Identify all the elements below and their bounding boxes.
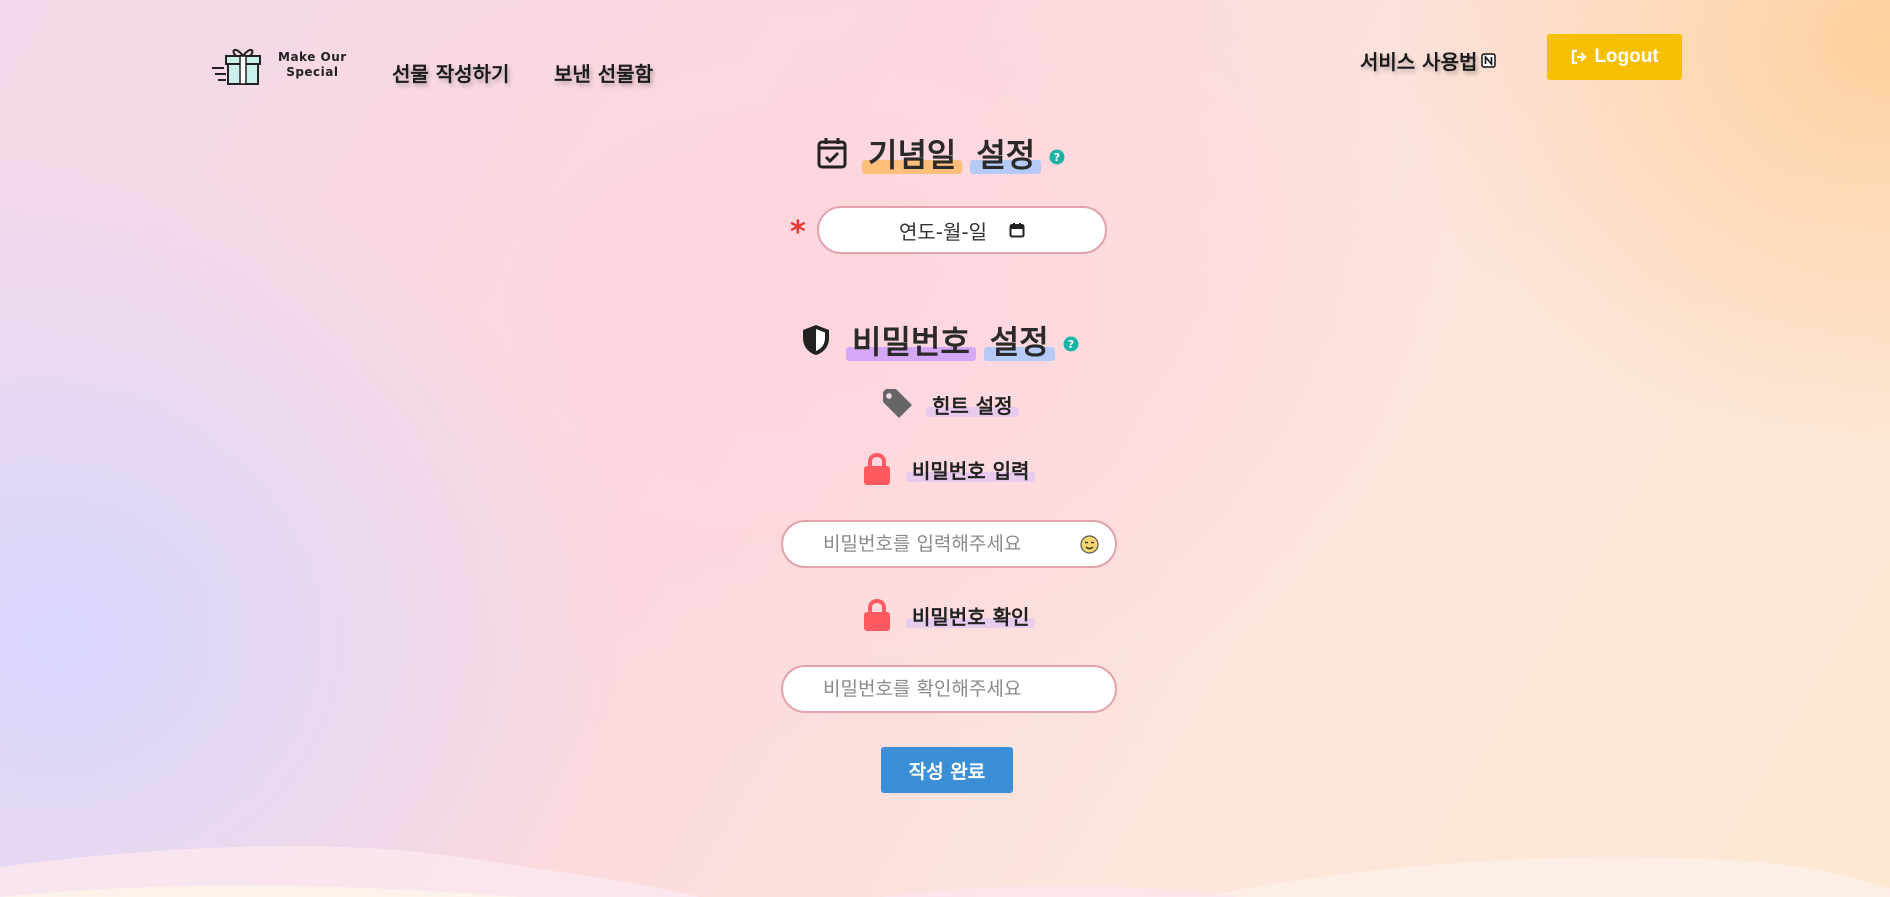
- site-logo[interactable]: Make Our Special: [212, 44, 347, 86]
- logo-line1: Make Our: [278, 50, 347, 64]
- logout-label: Logout: [1594, 46, 1659, 67]
- password-title-part1: 비밀번호: [846, 317, 976, 363]
- anniversary-date-input[interactable]: 연도-월-일: [817, 206, 1107, 254]
- anniversary-title: 기념일 설정 ?: [816, 130, 1065, 176]
- nav-write-gift[interactable]: 선물 작성하기: [392, 58, 509, 87]
- nav-service-guide[interactable]: 서비스 사용법: [1360, 46, 1497, 75]
- password-input-label-text: 비밀번호 입력: [906, 455, 1036, 484]
- emoji-icon[interactable]: [1080, 535, 1099, 554]
- lock-icon: [864, 452, 890, 485]
- svg-text:?: ?: [1054, 151, 1060, 164]
- lock-icon: [864, 598, 890, 631]
- password-confirm-label: 비밀번호 확인: [862, 598, 1036, 632]
- background-waves: [0, 846, 1890, 897]
- password-title: 비밀번호 설정 ?: [800, 317, 1079, 363]
- svg-text:?: ?: [1067, 338, 1073, 351]
- anniversary-title-part2: 설정: [970, 130, 1042, 176]
- password-confirm-input[interactable]: [781, 665, 1117, 713]
- calendar-icon[interactable]: [1009, 222, 1025, 238]
- password-confirm-label-text: 비밀번호 확인: [906, 601, 1036, 630]
- hint-setting-label: 힌트 설정: [926, 390, 1019, 419]
- logo-text: Make Our Special: [278, 50, 347, 80]
- logout-icon: [1572, 49, 1587, 65]
- help-icon[interactable]: ?: [1063, 336, 1079, 352]
- tag-icon: [883, 389, 912, 418]
- logout-button[interactable]: Logout: [1547, 34, 1682, 80]
- nav-sent-box[interactable]: 보낸 선물함: [554, 58, 653, 87]
- password-input[interactable]: [781, 520, 1117, 568]
- nav-service-guide-label: 서비스 사용법: [1360, 50, 1478, 74]
- logo-line2: Special: [286, 65, 339, 79]
- calendar-check-icon: [817, 138, 847, 169]
- notion-icon: [1481, 53, 1497, 68]
- submit-button[interactable]: 작성 완료: [881, 747, 1013, 793]
- password-title-part2: 설정: [983, 317, 1055, 363]
- anniversary-title-part1: 기념일: [862, 130, 963, 176]
- required-mark: *: [790, 215, 806, 250]
- gift-logo-icon: [212, 49, 261, 85]
- hint-setting-button[interactable]: 힌트 설정: [880, 388, 1019, 420]
- help-icon[interactable]: ?: [1049, 149, 1065, 165]
- date-placeholder: 연도-월-일: [898, 219, 988, 244]
- password-input-label: 비밀번호 입력: [862, 452, 1036, 486]
- shield-icon: [803, 325, 829, 355]
